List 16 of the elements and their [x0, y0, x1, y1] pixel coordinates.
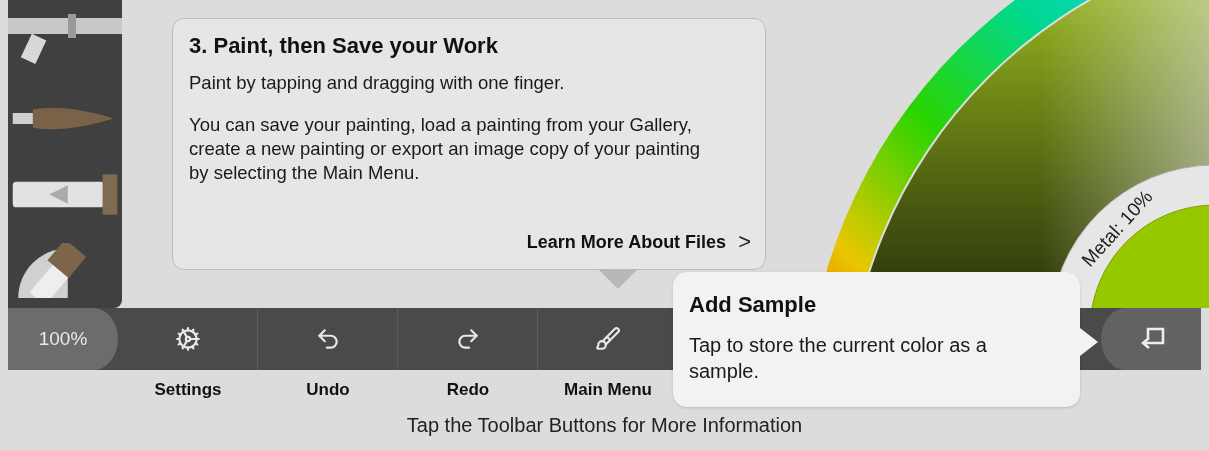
card-title: 3. Paint, then Save your Work [189, 33, 499, 59]
toolbar-label: Undo [305, 380, 351, 400]
toolbar-label: Settings [153, 380, 223, 400]
card-paragraph: Paint by tapping and dragging with one finger. [189, 71, 566, 95]
add-sample-button[interactable] [1101, 308, 1201, 370]
tooltip-text: Tap to store the current color as a sample. [689, 333, 988, 384]
brush-icon [594, 326, 621, 352]
toolbar-label: Redo [445, 380, 491, 400]
chevron-text[interactable]: > [738, 229, 751, 255]
hint-text: Tap the Toolbar Buttons for More Information [405, 414, 804, 437]
gear-icon [174, 326, 201, 352]
card-paragraph: You can save your painting, load a painting from your Gallery, create a new painting or export an image copy of your painting by selecting the Main Menu. [189, 113, 702, 185]
learn-more-link[interactable]: Learn More About Files [526, 231, 727, 253]
tooltip-title: Add Sample [689, 292, 818, 318]
zoom-level[interactable]: 100% [8, 308, 118, 370]
toolbar-label: Main Menu [563, 380, 653, 400]
